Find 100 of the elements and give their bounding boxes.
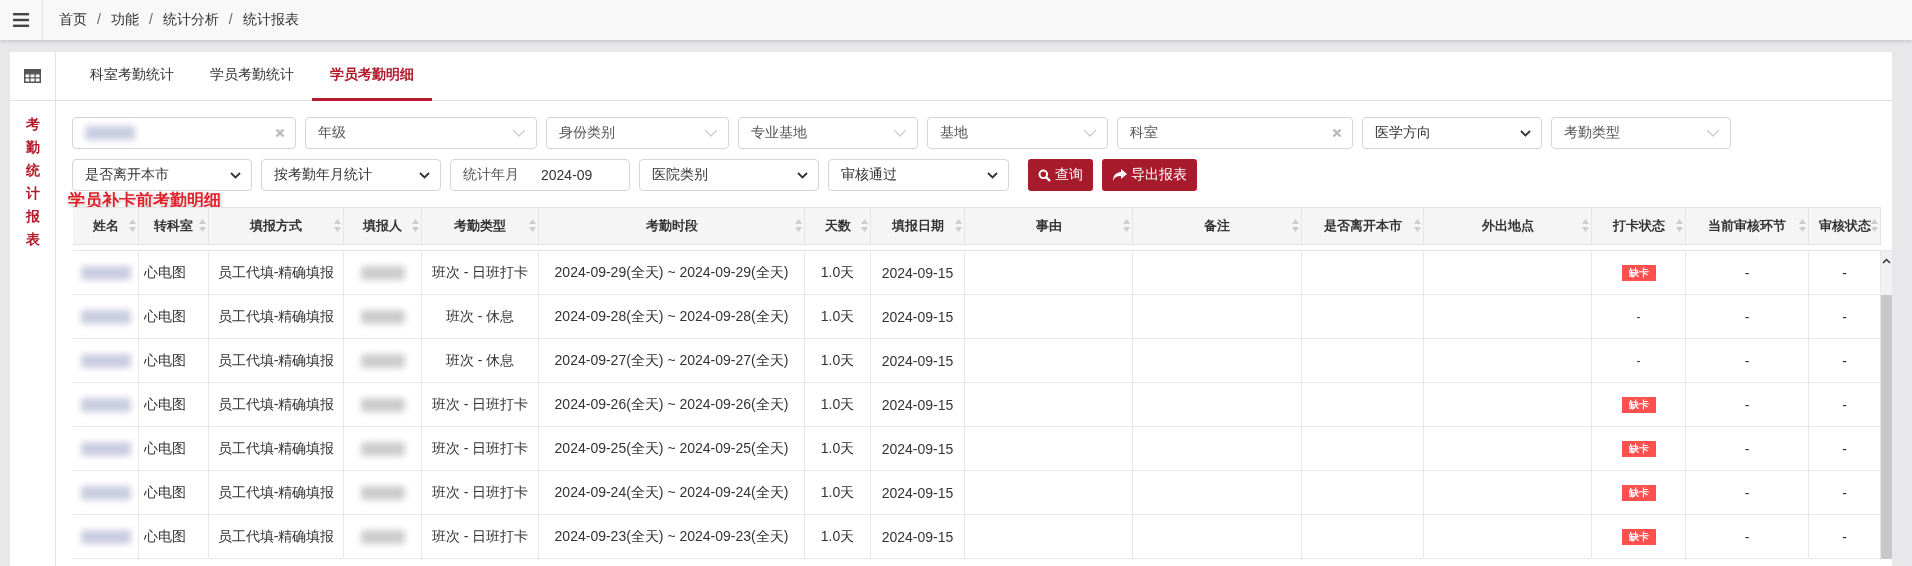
- table-cell: -: [1842, 396, 1847, 413]
- filter-select[interactable]: 医院类别: [639, 159, 819, 191]
- side-label: 考勤统计报表: [25, 115, 40, 250]
- filter-select[interactable]: 专业基地: [738, 117, 918, 149]
- breadcrumb-item[interactable]: 统计报表: [242, 11, 299, 29]
- sort-icon[interactable]: [1582, 219, 1589, 232]
- table-cell: -: [1744, 308, 1750, 325]
- chevron-down-icon: [1083, 129, 1097, 137]
- table-cell: 班次 - 休息: [445, 307, 515, 326]
- table-cell: 员工代填-精确填报: [217, 439, 335, 458]
- chevron-down-icon: [419, 171, 430, 179]
- redacted-text: [360, 529, 405, 544]
- sort-icon[interactable]: [412, 219, 419, 232]
- table-cell: 2024-09-15: [881, 528, 954, 545]
- table-cell: 心电图: [144, 307, 186, 326]
- table-cell: 心电图: [144, 483, 186, 502]
- search-icon: [1038, 168, 1051, 182]
- table-cell: 2024-09-23(全天) ~ 2024-09-23(全天): [554, 527, 789, 546]
- breadcrumb-separator: /: [148, 11, 153, 29]
- filter-select[interactable]: 基地: [927, 117, 1108, 149]
- column-header: 考勤时段: [645, 217, 698, 235]
- filter-field[interactable]: 科室: [1117, 117, 1353, 149]
- sort-icon[interactable]: [199, 219, 206, 232]
- sort-icon[interactable]: [1871, 219, 1878, 232]
- redacted-text: [360, 441, 405, 456]
- table-cell: 班次 - 日班打卡: [431, 527, 529, 546]
- column-header: 转科室: [154, 217, 193, 235]
- sort-icon[interactable]: [1799, 219, 1806, 232]
- chevron-down-icon: [512, 129, 526, 137]
- export-button[interactable]: 导出报表: [1102, 159, 1197, 191]
- breadcrumb-item[interactable]: 统计分析: [162, 11, 219, 29]
- table-cell: 2024-09-29(全天) ~ 2024-09-29(全天): [554, 263, 789, 282]
- sort-icon[interactable]: [529, 219, 536, 232]
- sort-icon[interactable]: [955, 219, 962, 232]
- column-header: 考勤类型: [454, 217, 506, 235]
- search-button[interactable]: 查询: [1028, 159, 1093, 191]
- column-header: 填报方式: [250, 217, 302, 235]
- filter-select[interactable]: 年级: [305, 117, 537, 149]
- clear-icon[interactable]: [1332, 128, 1342, 138]
- filter-select[interactable]: 考勤类型: [1551, 117, 1731, 149]
- chevron-down-icon: [230, 171, 241, 179]
- column-header: 姓名: [92, 217, 119, 235]
- table-cell: 1.0天: [820, 307, 855, 326]
- sort-icon[interactable]: [861, 219, 868, 232]
- column-header: 打卡状态: [1612, 217, 1665, 235]
- table-icon[interactable]: [24, 69, 41, 83]
- table-cell: -: [1842, 528, 1847, 545]
- sort-icon[interactable]: [795, 219, 802, 232]
- sort-icon[interactable]: [1292, 219, 1299, 232]
- column-header: 审核状态: [1818, 217, 1871, 235]
- tab[interactable]: 学员考勤明细: [312, 52, 432, 101]
- column-header: 填报人: [363, 217, 402, 235]
- sort-icon[interactable]: [1676, 219, 1683, 232]
- breadcrumb-item[interactable]: 功能: [110, 11, 139, 29]
- table-cell: 1.0天: [820, 527, 855, 546]
- table-cell: 1.0天: [820, 395, 855, 414]
- table-cell: 员工代填-精确填报: [217, 395, 335, 414]
- menu-icon[interactable]: [13, 13, 29, 27]
- redacted-text: [360, 265, 405, 280]
- scroll-up-icon[interactable]: [1882, 258, 1891, 264]
- table-cell: -: [1744, 396, 1750, 413]
- breadcrumb-separator: /: [228, 11, 233, 29]
- table-cell: -: [1636, 353, 1641, 368]
- sort-icon[interactable]: [129, 219, 136, 232]
- filter-select[interactable]: 医学方向: [1362, 117, 1542, 149]
- table-cell: 班次 - 日班打卡: [431, 263, 529, 282]
- redacted-text: [80, 353, 131, 368]
- sort-icon[interactable]: [1414, 219, 1421, 232]
- table-cell: -: [1842, 484, 1847, 501]
- redacted-text: [360, 485, 405, 500]
- clear-icon[interactable]: [275, 128, 285, 138]
- table-cell: 员工代填-精确填报: [217, 351, 335, 370]
- table-cell: -: [1744, 440, 1750, 457]
- redacted-text: [80, 309, 131, 324]
- table-cell: -: [1842, 264, 1847, 281]
- table-cell: -: [1744, 264, 1750, 281]
- column-header: 备注: [1204, 217, 1230, 235]
- filter-select[interactable]: 身份类别: [546, 117, 729, 149]
- scrollbar[interactable]: [1881, 251, 1892, 559]
- table-cell: 员工代填-精确填报: [217, 307, 335, 326]
- filter-field[interactable]: [72, 117, 296, 149]
- filter-select[interactable]: 是否离开本市: [72, 159, 252, 191]
- sort-icon[interactable]: [1123, 219, 1130, 232]
- filter-select[interactable]: 审核通过: [828, 159, 1009, 191]
- table-cell: 心电图: [144, 527, 186, 546]
- table-cell: 2024-09-15: [881, 484, 954, 501]
- table-cell: 员工代填-精确填报: [217, 527, 335, 546]
- table-cell: 2024-09-15: [881, 352, 954, 369]
- table-cell: 2024-09-15: [881, 308, 954, 325]
- tab[interactable]: 科室考勤统计: [72, 52, 192, 101]
- breadcrumb-item[interactable]: 首页: [59, 11, 87, 29]
- month-field[interactable]: 统计年月 2024-09: [450, 159, 630, 191]
- redacted-text: [360, 397, 405, 412]
- filter-select[interactable]: 按考勤年月统计: [261, 159, 441, 191]
- table-cell: -: [1744, 352, 1750, 369]
- redacted-text: [80, 397, 131, 412]
- tab[interactable]: 学员考勤统计: [192, 52, 312, 101]
- sort-icon[interactable]: [334, 219, 341, 232]
- redacted-text: [80, 485, 131, 500]
- table-cell: 2024-09-24(全天) ~ 2024-09-24(全天): [554, 483, 789, 502]
